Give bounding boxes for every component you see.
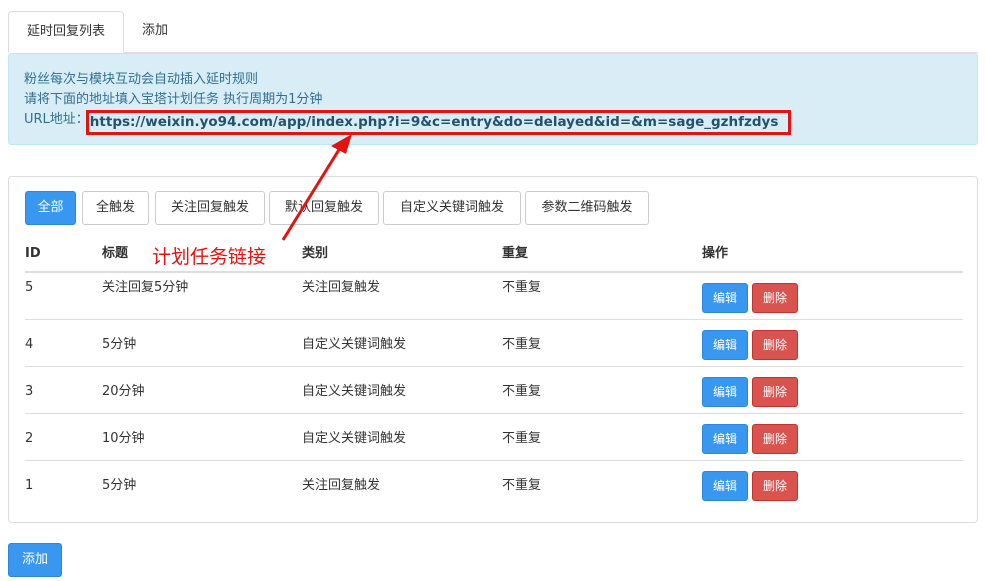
filter-custom-keyword-button[interactable]: 自定义关键词触发 [383,191,521,225]
filter-default-reply-button[interactable]: 默认回复触发 [269,191,379,225]
cell-id: 1 [25,478,34,493]
cell-id: 5 [25,280,34,295]
filter-all-button[interactable]: 全部 [25,191,76,225]
url-label: URL地址： [24,112,89,127]
cell-id: 4 [25,337,34,352]
cell-category: 自定义关键词触发 [302,337,407,352]
tab-delayed-reply-list[interactable]: 延时回复列表 [8,11,124,53]
delete-button[interactable]: 删除 [752,377,798,407]
delete-button[interactable]: 删除 [752,424,798,454]
alert-line-2: 请将下面的地址填入宝塔计划任务 执行周期为1分钟 [24,92,323,107]
filter-all-trigger-button[interactable]: 全触发 [82,191,149,225]
table-row: 1 5分钟 关注回复触发 不重复 编辑 删除 [25,461,963,508]
delete-button[interactable]: 删除 [752,330,798,360]
list-panel: 全部 全触发 关注回复触发 默认回复触发 自定义关键词触发 参数二维码触发 ID… [8,176,978,523]
annotation-text: 计划任务链接 [152,246,267,268]
cell-title: 20分钟 [102,384,145,399]
alert-url-line: URL地址：https://weixin.yo94.com/app/index.… [24,110,962,135]
cell-repeat: 不重复 [502,478,542,493]
cell-repeat: 不重复 [502,384,542,399]
cron-url[interactable]: https://weixin.yo94.com/app/index.php?i=… [90,114,779,130]
filter-follow-reply-button[interactable]: 关注回复触发 [155,191,265,225]
filter-qrcode-param-button[interactable]: 参数二维码触发 [525,191,649,225]
table-row: 2 10分钟 自定义关键词触发 不重复 编辑 删除 [25,414,963,461]
header-actions: 操作 [702,246,729,261]
cell-category: 关注回复触发 [302,478,381,493]
tab-bar: 延时回复列表 添加 [8,11,978,53]
table-row: 4 5分钟 自定义关键词触发 不重复 编辑 删除 [25,320,963,367]
table-row: 3 20分钟 自定义关键词触发 不重复 编辑 删除 [25,367,963,414]
delete-button[interactable]: 删除 [752,283,798,313]
cell-repeat: 不重复 [502,337,542,352]
cell-category: 自定义关键词触发 [302,431,407,446]
add-button[interactable]: 添加 [8,543,62,577]
url-highlight-box: https://weixin.yo94.com/app/index.php?i=… [85,110,792,135]
cell-title: 5分钟 [102,337,137,352]
header-title: 标题 [102,246,129,261]
edit-button[interactable]: 编辑 [702,377,748,407]
table-row: 5 关注回复5分钟 关注回复触发 不重复 编辑 删除 [25,273,963,320]
header-id: ID [25,246,41,261]
edit-button[interactable]: 编辑 [702,330,748,360]
edit-button[interactable]: 编辑 [702,424,748,454]
edit-button[interactable]: 编辑 [702,283,748,313]
cell-category: 自定义关键词触发 [302,384,407,399]
cell-category: 关注回复触发 [302,280,381,295]
alert-line-1: 粉丝每次与模块互动会自动插入延时规则 [24,72,259,87]
info-alert: 粉丝每次与模块互动会自动插入延时规则 请将下面的地址填入宝塔计划任务 执行周期为… [8,53,978,145]
cell-title: 5分钟 [102,478,137,493]
header-category: 类别 [302,246,329,261]
cell-repeat: 不重复 [502,280,542,295]
cell-id: 3 [25,384,34,399]
cell-repeat: 不重复 [502,431,542,446]
cell-title: 关注回复5分钟 [102,280,189,295]
header-repeat: 重复 [502,246,529,261]
edit-button[interactable]: 编辑 [702,471,748,501]
cell-title: 10分钟 [102,431,145,446]
delete-button[interactable]: 删除 [752,471,798,501]
tab-add[interactable]: 添加 [126,11,184,53]
cell-id: 2 [25,431,34,446]
